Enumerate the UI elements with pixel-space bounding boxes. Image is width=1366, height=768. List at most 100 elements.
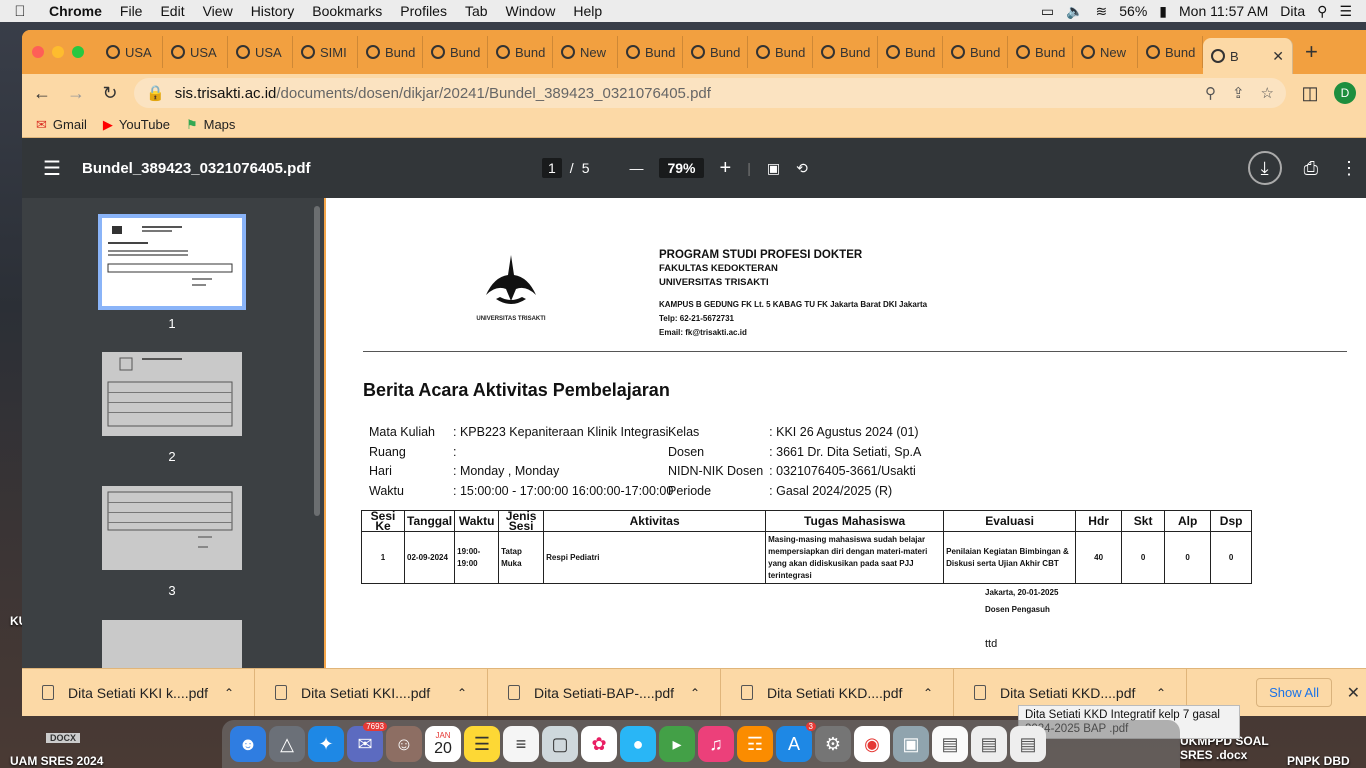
bookmark-gmail[interactable]: ✉ Gmail	[36, 117, 87, 133]
recent-file-icon[interactable]: ▤	[1010, 726, 1046, 762]
browser-tab[interactable]: Bund	[683, 36, 748, 68]
zoom-icon[interactable]: ⚲	[1205, 84, 1216, 102]
print-icon[interactable]: ⎙	[1304, 158, 1318, 179]
browser-tab[interactable]: New	[1073, 36, 1138, 68]
menu-profiles[interactable]: Profiles	[391, 3, 456, 19]
safari-icon[interactable]: ✦	[308, 726, 344, 762]
reload-button[interactable]: ↻	[100, 83, 120, 104]
close-window-button[interactable]	[32, 46, 44, 58]
page-thumbnail[interactable]	[102, 620, 242, 668]
forward-button[interactable]: →	[66, 83, 86, 104]
browser-tab[interactable]: Bund	[813, 36, 878, 68]
calendar-icon[interactable]: JAN 20	[425, 726, 461, 762]
browser-tab[interactable]: Bund	[943, 36, 1008, 68]
volume-icon[interactable]: 🔈	[1066, 3, 1083, 20]
launchpad-icon[interactable]: △	[269, 726, 305, 762]
download-item[interactable]: Dita Setiati KKD....pdf ⌃	[721, 668, 954, 716]
new-tab-button[interactable]: +	[1305, 39, 1318, 65]
browser-tab[interactable]: USA	[228, 36, 293, 68]
image-capture-icon[interactable]: ▣	[893, 726, 929, 762]
menu-edit[interactable]: Edit	[151, 3, 193, 19]
fit-page-icon[interactable]: ▣	[767, 160, 780, 177]
app-store-icon[interactable]: A3	[776, 722, 816, 762]
clock[interactable]: Mon 11:57 AM	[1179, 3, 1268, 19]
close-tab-icon[interactable]: ✕	[1272, 48, 1284, 65]
bookmark-maps[interactable]: ⚑ Maps	[186, 117, 235, 133]
show-all-button[interactable]: Show All	[1256, 678, 1332, 707]
preview-icon[interactable]: ▢	[542, 726, 578, 762]
active-tab[interactable]: B ✕	[1203, 38, 1293, 74]
system-preferences-icon[interactable]: ⚙	[815, 726, 851, 762]
browser-tab[interactable]: Bund	[358, 36, 423, 68]
mail-icon[interactable]: ✉ 7693	[347, 722, 387, 762]
zoom-input[interactable]: 79%	[659, 158, 704, 178]
page-number-input[interactable]: 1	[542, 158, 562, 178]
downloads-stack-icon[interactable]: ▤	[971, 726, 1007, 762]
user-name[interactable]: Dita	[1280, 3, 1305, 19]
profile-avatar[interactable]: D	[1334, 82, 1356, 104]
minimize-window-button[interactable]	[52, 46, 64, 58]
facetime-icon[interactable]: ▸	[659, 726, 695, 762]
download-icon[interactable]: ⤓	[1247, 151, 1282, 185]
menu-file[interactable]: File	[111, 3, 152, 19]
menu-app-name[interactable]: Chrome	[40, 3, 111, 19]
browser-tab[interactable]: Bund	[488, 36, 553, 68]
bookmark-youtube[interactable]: ▶ YouTube	[103, 117, 170, 133]
messages-icon[interactable]: ●	[620, 726, 656, 762]
download-item[interactable]: Dita Setiati-BAP-....pdf ⌃	[488, 668, 721, 716]
page-thumbnail[interactable]	[98, 214, 246, 310]
reminders-icon[interactable]: ≡	[503, 726, 539, 762]
menu-bookmarks[interactable]: Bookmarks	[303, 3, 391, 19]
spotlight-icon[interactable]: ⚲	[1317, 3, 1327, 20]
menu-help[interactable]: Help	[564, 3, 611, 19]
menu-icon[interactable]: ☰	[22, 156, 82, 181]
browser-tab[interactable]: Bund	[423, 36, 488, 68]
desktop-label-uam[interactable]: UAM SRES 2024	[10, 754, 103, 768]
zoom-window-button[interactable]	[72, 46, 84, 58]
battery-percent[interactable]: 56%	[1119, 3, 1147, 19]
side-panel-icon[interactable]: ◫	[1300, 83, 1320, 104]
menu-view[interactable]: View	[194, 3, 242, 19]
chevron-up-icon[interactable]: ⌃	[224, 686, 234, 700]
apple-icon[interactable]: 	[0, 3, 40, 20]
browser-tab[interactable]: Bund	[618, 36, 683, 68]
control-center-icon[interactable]: ☰	[1339, 3, 1352, 20]
sidebar-scrollbar[interactable]	[314, 206, 320, 516]
music-icon[interactable]: ♫	[698, 726, 734, 762]
wifi-icon[interactable]: ≋	[1096, 3, 1108, 20]
browser-tab[interactable]: Bund	[1008, 36, 1073, 68]
browser-tab[interactable]: Bund	[878, 36, 943, 68]
zoom-out-button[interactable]: —	[629, 160, 643, 176]
download-item[interactable]: Dita Setiati KKI k....pdf ⌃	[22, 668, 255, 716]
browser-tab[interactable]: USA	[163, 36, 228, 68]
finder-icon[interactable]: ☻	[230, 726, 266, 762]
page-thumbnail[interactable]	[102, 352, 242, 436]
battery-icon[interactable]: ▮	[1159, 3, 1167, 20]
browser-tab[interactable]: Bund	[748, 36, 813, 68]
photos-icon[interactable]: ✿	[581, 726, 617, 762]
bookmark-star-icon[interactable]: ☆	[1261, 84, 1274, 102]
chevron-up-icon[interactable]: ⌃	[690, 686, 700, 700]
browser-tab[interactable]: Bund	[1138, 36, 1203, 68]
chrome-icon[interactable]: ◉	[854, 726, 890, 762]
notes-icon[interactable]: ☰	[464, 726, 500, 762]
zoom-in-button[interactable]: +	[720, 157, 732, 180]
screen-mirror-icon[interactable]: ▭	[1041, 3, 1054, 20]
browser-tab[interactable]: New	[553, 36, 618, 68]
browser-tab[interactable]: SIMI	[293, 36, 358, 68]
chevron-up-icon[interactable]: ⌃	[457, 686, 467, 700]
rotate-icon[interactable]: ⟲	[796, 160, 808, 177]
desktop-label-pnpk[interactable]: PNPK DBD	[1287, 754, 1350, 768]
browser-tab[interactable]: USA	[98, 36, 163, 68]
page-thumbnail[interactable]	[102, 486, 242, 570]
desktop-docx-icon[interactable]: DOCX	[46, 733, 81, 743]
address-bar[interactable]: 🔒 sis.trisakti.ac.id/documents/dosen/dik…	[134, 78, 1286, 108]
menu-tab[interactable]: Tab	[456, 3, 497, 19]
lock-icon[interactable]: 🔒	[146, 84, 165, 102]
menu-history[interactable]: History	[242, 3, 304, 19]
books-icon[interactable]: ☶	[737, 726, 773, 762]
contacts-icon[interactable]: ☺	[386, 726, 422, 762]
download-item[interactable]: Dita Setiati KKI....pdf ⌃	[255, 668, 488, 716]
chevron-up-icon[interactable]: ⌃	[923, 686, 933, 700]
menu-window[interactable]: Window	[497, 3, 565, 19]
